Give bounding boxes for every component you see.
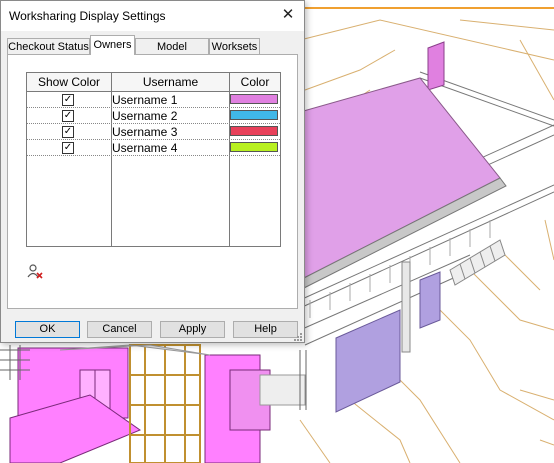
tab-checkout-status[interactable]: Checkout Status: [7, 38, 90, 54]
close-icon[interactable]: ✕: [275, 4, 301, 26]
show-color-checkbox[interactable]: ✓: [62, 142, 74, 154]
column: [401, 261, 411, 353]
remove-user-icon[interactable]: [27, 263, 43, 279]
tab-model-updates[interactable]: Model Updates: [135, 38, 209, 69]
worksharing-display-settings-dialog: Worksharing Display Settings ✕ Checkout …: [0, 0, 305, 343]
column-header-color[interactable]: Color: [230, 73, 280, 92]
username-cell[interactable]: Username 1: [112, 92, 177, 108]
table-row[interactable]: ✓ Username 4: [27, 140, 280, 156]
column-header-show-color[interactable]: Show Color: [27, 73, 112, 92]
column-header-username[interactable]: Username: [112, 73, 230, 92]
ok-button[interactable]: OK: [15, 321, 80, 338]
cancel-button[interactable]: Cancel: [87, 321, 152, 338]
table-row[interactable]: ✓ Username 2: [27, 108, 280, 124]
color-swatch[interactable]: [230, 142, 278, 152]
color-swatch[interactable]: [230, 126, 278, 136]
owners-panel: Show Color Username Color ✓ Username 1 ✓…: [7, 54, 298, 309]
username-cell[interactable]: Username 2: [112, 108, 177, 124]
show-color-checkbox[interactable]: ✓: [62, 126, 74, 138]
color-swatch[interactable]: [230, 110, 278, 120]
color-swatch[interactable]: [230, 94, 278, 104]
show-color-checkbox[interactable]: ✓: [62, 94, 74, 106]
owners-table: Show Color Username Color ✓ Username 1 ✓…: [26, 72, 281, 247]
tab-worksets[interactable]: Worksets: [209, 38, 260, 54]
table-row[interactable]: ✓ Username 3: [27, 124, 280, 140]
owner-colored-block: [427, 41, 445, 91]
username-cell[interactable]: Username 4: [112, 140, 177, 156]
help-button[interactable]: Help: [233, 321, 298, 338]
tab-owners[interactable]: Owners: [90, 35, 135, 55]
dialog-title: Worksharing Display Settings: [9, 9, 166, 23]
show-color-checkbox[interactable]: ✓: [62, 110, 74, 122]
resize-grip-icon[interactable]: [293, 332, 303, 342]
title-bar[interactable]: Worksharing Display Settings ✕: [1, 1, 304, 31]
apply-button[interactable]: Apply: [160, 321, 225, 338]
table-row[interactable]: ✓ Username 1: [27, 92, 280, 108]
username-cell[interactable]: Username 3: [112, 124, 177, 140]
